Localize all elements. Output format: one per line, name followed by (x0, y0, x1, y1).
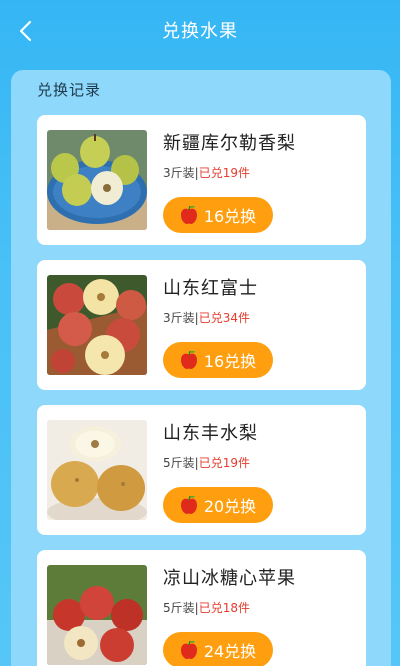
product-meta: 5斤装|已兑18件 (163, 599, 250, 616)
product-spec: 3斤装 (163, 311, 195, 325)
apple-icon (180, 640, 197, 659)
product-name: 新疆库尔勒香梨 (163, 133, 296, 154)
product-name: 山东丰水梨 (163, 423, 258, 444)
product-name: 凉山冰糖心苹果 (163, 568, 296, 589)
apple-icon (180, 350, 197, 369)
product-name: 山东红富士 (163, 278, 258, 299)
product-card[interactable]: 山东丰水梨 5斤装|已兑19件 20兑换 (37, 405, 366, 535)
redeem-label: 16兑换 (203, 352, 257, 371)
redeem-button[interactable]: 16兑换 (163, 342, 273, 378)
sold-count: 已兑19件 (198, 456, 250, 470)
redeem-button[interactable]: 20兑换 (163, 487, 273, 523)
redeem-label: 20兑换 (203, 497, 257, 516)
product-card[interactable]: 凉山冰糖心苹果 5斤装|已兑18件 24兑换 (37, 550, 366, 666)
product-image (47, 420, 147, 520)
apple-icon (180, 495, 197, 514)
section-title: 兑换记录 (37, 81, 102, 99)
sold-count: 已兑34件 (198, 311, 250, 325)
product-image (47, 130, 147, 230)
product-meta: 5斤装|已兑19件 (163, 454, 250, 471)
product-meta: 3斤装|已兑34件 (163, 309, 250, 326)
redeem-button[interactable]: 24兑换 (163, 632, 273, 666)
chevron-left-icon (19, 20, 32, 42)
redeem-label: 24兑换 (203, 642, 257, 661)
sold-count: 已兑18件 (198, 601, 250, 615)
product-spec: 5斤装 (163, 601, 195, 615)
product-image (47, 275, 147, 375)
product-image (47, 565, 147, 665)
product-card[interactable]: 山东红富士 3斤装|已兑34件 16兑换 (37, 260, 366, 390)
product-spec: 5斤装 (163, 456, 195, 470)
page-title: 兑换水果 (162, 21, 238, 42)
product-meta: 3斤装|已兑19件 (163, 164, 250, 181)
product-spec: 3斤装 (163, 166, 195, 180)
back-button[interactable] (12, 18, 38, 44)
product-card[interactable]: 新疆库尔勒香梨 3斤装|已兑19件 16兑换 (37, 115, 366, 245)
apple-icon (180, 205, 197, 224)
top-bar: 兑换水果 (0, 0, 400, 60)
redeem-button[interactable]: 16兑换 (163, 197, 273, 233)
sold-count: 已兑19件 (198, 166, 250, 180)
redeem-label: 16兑换 (203, 207, 257, 226)
